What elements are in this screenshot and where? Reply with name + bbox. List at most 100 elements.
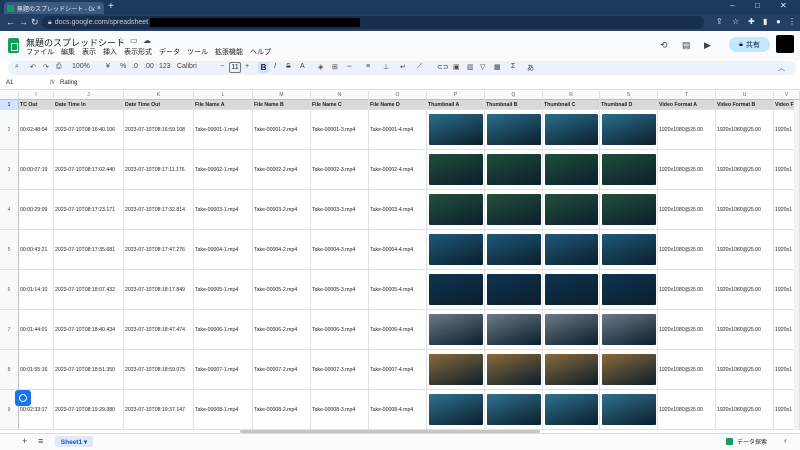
- menu-help[interactable]: ヘルプ: [250, 47, 271, 57]
- header-cell[interactable]: Thumbnail A: [427, 100, 485, 110]
- table-cell[interactable]: Take-00005-1.mp4: [194, 270, 253, 310]
- table-cell[interactable]: 2023-07-10T08:17:35.681: [54, 230, 124, 270]
- column-header[interactable]: P: [427, 91, 485, 100]
- table-cell[interactable]: Take-00004-2.mp4: [253, 230, 311, 270]
- side-panel-toggle-icon[interactable]: ‹: [784, 436, 787, 445]
- add-sheet-button[interactable]: +: [22, 436, 27, 446]
- close-window-button[interactable]: ✕: [780, 1, 787, 10]
- table-cell[interactable]: 1920x1080@25.00: [658, 150, 716, 190]
- menu-file[interactable]: ファイル: [26, 47, 54, 57]
- chrome-menu-icon[interactable]: ⋮: [788, 17, 796, 26]
- header-cell[interactable]: File Name B: [253, 100, 311, 110]
- back-icon[interactable]: ←: [6, 17, 15, 27]
- table-cell[interactable]: 2023-07-10T08:16:59.108: [124, 110, 194, 150]
- chart-icon[interactable]: ▥: [467, 63, 474, 71]
- link-icon[interactable]: ⊂⊃: [437, 63, 449, 71]
- vertical-scrollbar[interactable]: [794, 100, 799, 430]
- header-cell[interactable]: Thumbnail D: [600, 100, 658, 110]
- table-cell[interactable]: Take-00005-4.mp4: [369, 270, 427, 310]
- table-cell[interactable]: Take-00002-2.mp4: [253, 150, 311, 190]
- table-cell[interactable]: Take-00006-4.mp4: [369, 310, 427, 350]
- collapse-toolbar-icon[interactable]: ︿: [778, 63, 785, 73]
- table-cell[interactable]: 1920x1080@25.00: [716, 270, 774, 310]
- table-cell[interactable]: Take-00006-1.mp4: [194, 310, 253, 350]
- minimize-button[interactable]: –: [730, 1, 734, 10]
- tab-close-icon[interactable]: ×: [97, 5, 101, 12]
- table-cell[interactable]: 2023-07-10T08:18:40.434: [54, 310, 124, 350]
- table-cell[interactable]: Take-00008-1.mp4: [194, 390, 253, 430]
- table-cell[interactable]: Take-00003-2.mp4: [253, 190, 311, 230]
- column-header[interactable]: V: [774, 91, 800, 100]
- table-cell[interactable]: 1920x1080@25.00: [658, 350, 716, 390]
- explore-button[interactable]: データ探索: [726, 436, 774, 447]
- table-cell[interactable]: 1920x1080@25.00: [716, 390, 774, 430]
- table-cell[interactable]: 2023-07-10T08:18:47.474: [124, 310, 194, 350]
- table-cell[interactable]: Take-00008-4.mp4: [369, 390, 427, 430]
- menu-edit[interactable]: 編集: [61, 47, 75, 57]
- table-cell[interactable]: 1920x1080@25.00: [716, 110, 774, 150]
- sheet-tab-sheet1[interactable]: Sheet1 ▾: [55, 436, 93, 447]
- corner-select-all[interactable]: [0, 91, 19, 100]
- row-header[interactable]: 8: [0, 350, 19, 390]
- table-cell[interactable]: 1920x1080@25.00: [716, 350, 774, 390]
- table-cell[interactable]: 2023-07-10T08:17:47.276: [124, 230, 194, 270]
- table-cell[interactable]: 1920x1080@25.00: [658, 390, 716, 430]
- table-cell[interactable]: 1920x1080@25.00: [716, 230, 774, 270]
- undo-icon[interactable]: ↶: [30, 63, 36, 71]
- table-cell[interactable]: 2023-07-10T08:17:32.814: [124, 190, 194, 230]
- table-cell[interactable]: 2023-07-10T08:19:29.380: [54, 390, 124, 430]
- rotate-icon[interactable]: ⟋: [417, 63, 422, 71]
- row-header[interactable]: 7: [0, 310, 19, 350]
- url-input[interactable]: 🔒︎ docs.google.com/spreadsheet: [42, 16, 704, 29]
- merge-icon[interactable]: ⇔: [346, 63, 353, 70]
- table-cell[interactable]: 2023-07-10T08:17:11.176: [124, 150, 194, 190]
- table-cell[interactable]: Take-00003-3.mp4: [311, 190, 369, 230]
- table-cell[interactable]: Take-00007-3.mp4: [311, 350, 369, 390]
- table-cell[interactable]: 00:00:43:21: [19, 230, 54, 270]
- column-header[interactable]: U: [716, 91, 774, 100]
- row-header[interactable]: 1: [0, 100, 19, 110]
- table-cell[interactable]: 2023-07-10T08:18:17.849: [124, 270, 194, 310]
- table-cell[interactable]: Take-00007-2.mp4: [253, 350, 311, 390]
- strikethrough-icon[interactable]: S: [286, 63, 291, 70]
- table-cell[interactable]: 1920x1080@25.00: [658, 190, 716, 230]
- table-cell[interactable]: 2023-07-10T08:18:59.075: [124, 350, 194, 390]
- header-cell[interactable]: TC Out: [19, 100, 54, 110]
- table-cell[interactable]: 1920x1080@25.00: [716, 310, 774, 350]
- table-cell[interactable]: 00:00:07:19: [19, 150, 54, 190]
- table-cell[interactable]: Take-00005-2.mp4: [253, 270, 311, 310]
- functions-icon[interactable]: Σ: [511, 63, 515, 70]
- table-cell[interactable]: 1920x1080@25.00: [716, 150, 774, 190]
- table-cell[interactable]: 00:01:14:10: [19, 270, 54, 310]
- wrap-icon[interactable]: ↵: [400, 63, 406, 71]
- filter-views-icon[interactable]: ▦: [494, 63, 501, 71]
- profile-icon[interactable]: ●: [776, 17, 781, 26]
- menu-data[interactable]: データ: [159, 47, 180, 57]
- currency-button[interactable]: ¥: [106, 63, 110, 70]
- menu-view[interactable]: 表示: [82, 47, 96, 57]
- row-header[interactable]: 4: [0, 190, 19, 230]
- text-color-icon[interactable]: A: [300, 63, 305, 70]
- record-fab-button[interactable]: [15, 390, 31, 406]
- extensions-icon[interactable]: ✚: [748, 17, 755, 26]
- column-header[interactable]: S: [600, 91, 658, 100]
- menu-tools[interactable]: ツール: [187, 47, 208, 57]
- bookmark-star-icon[interactable]: ☆: [732, 17, 739, 26]
- header-cell[interactable]: Video Format B: [716, 100, 774, 110]
- sidepanel-icon[interactable]: ▮: [763, 17, 767, 26]
- table-cell[interactable]: 2023-07-10T08:18:07.432: [54, 270, 124, 310]
- column-header[interactable]: Q: [485, 91, 543, 100]
- column-header[interactable]: I: [19, 91, 54, 100]
- share-button[interactable]: 🔒︎ 共有: [729, 37, 770, 52]
- number-format-button[interactable]: 123: [159, 63, 171, 70]
- fill-color-icon[interactable]: ◈: [318, 63, 323, 71]
- column-header[interactable]: O: [369, 91, 427, 100]
- zoom-select[interactable]: 100%: [72, 63, 90, 70]
- column-header[interactable]: N: [311, 91, 369, 100]
- table-cell[interactable]: Take-00004-1.mp4: [194, 230, 253, 270]
- percent-button[interactable]: %: [120, 63, 126, 70]
- valign-icon[interactable]: ⊥: [383, 63, 389, 71]
- table-cell[interactable]: Take-00007-1.mp4: [194, 350, 253, 390]
- table-cell[interactable]: 1920x1080@25.00: [658, 270, 716, 310]
- font-size-input[interactable]: 11: [229, 62, 241, 73]
